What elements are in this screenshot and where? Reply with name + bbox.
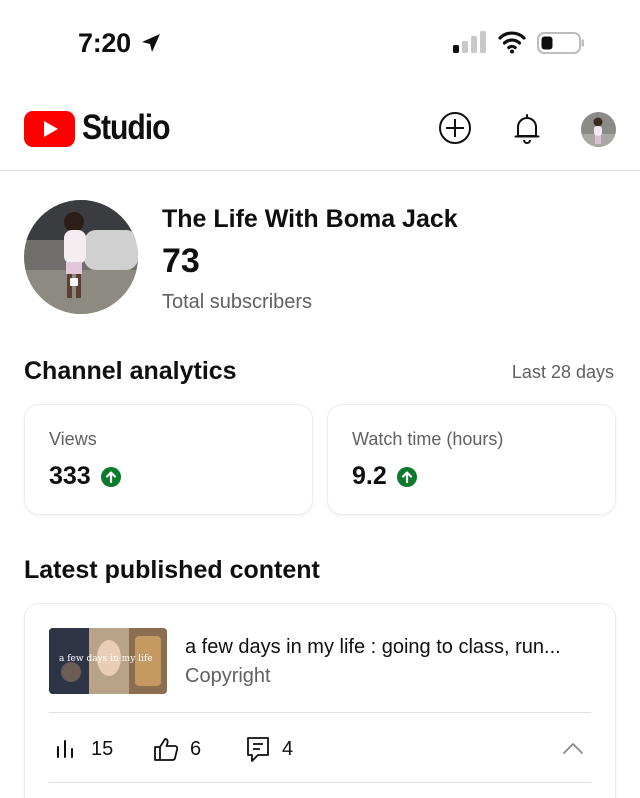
watch-time-value: 9.2 — [352, 462, 387, 490]
comment-icon — [247, 737, 269, 762]
analytics-period[interactable]: Last 28 days — [512, 362, 614, 383]
thumbnail-caption: a few days in my life — [59, 654, 153, 664]
app-header: Studio — [0, 96, 640, 171]
divider — [49, 712, 591, 713]
video-views-count: 15 — [91, 737, 114, 760]
video-comments-stat: 4 — [244, 735, 293, 763]
views-label: Views — [49, 429, 97, 449]
latest-video-card[interactable]: a few days in my life a few days in my l… — [25, 604, 615, 798]
video-thumbnail[interactable]: a few days in my life — [49, 628, 167, 694]
video-comments-count: 4 — [282, 737, 294, 760]
video-title[interactable]: a few days in my life : going to class, … — [185, 636, 595, 659]
trend-up-icon — [100, 466, 121, 487]
subscriber-label: Total subscribers — [162, 291, 313, 313]
video-views-stat: 15 — [53, 735, 113, 763]
video-status: Copyright — [185, 665, 271, 687]
video-likes-count: 6 — [190, 737, 202, 760]
wifi-icon — [498, 31, 526, 54]
subscriber-count: 73 — [162, 242, 200, 280]
watch-time-label: Watch time (hours) — [352, 429, 504, 449]
divider — [49, 782, 591, 783]
notifications-bell-icon[interactable] — [509, 110, 545, 146]
views-value: 333 — [49, 462, 91, 490]
youtube-logo-icon[interactable] — [24, 111, 75, 147]
studio-wordmark: Studio — [82, 108, 170, 147]
trend-up-icon — [396, 466, 417, 487]
cellular-signal-icon — [453, 31, 486, 53]
location-arrow-icon — [142, 34, 160, 52]
profile-avatar[interactable] — [581, 112, 616, 147]
video-likes-stat: 6 — [152, 735, 201, 763]
watch-time-value-row: 9.2 — [352, 462, 417, 491]
status-time: 7:20 — [78, 28, 131, 58]
create-plus-icon[interactable] — [437, 110, 473, 146]
watch-time-card[interactable]: Watch time (hours) 9.2 — [328, 405, 615, 514]
bar-chart-icon — [57, 740, 73, 758]
battery-icon — [537, 32, 584, 54]
views-card[interactable]: Views 333 — [25, 405, 312, 514]
latest-content-title: Latest published content — [24, 556, 320, 584]
status-bar: 7:20 — [0, 0, 640, 90]
chevron-up-icon[interactable] — [562, 740, 584, 756]
channel-avatar[interactable] — [24, 200, 138, 314]
views-value-row: 333 — [49, 462, 121, 491]
analytics-title: Channel analytics — [24, 357, 237, 385]
channel-name: The Life With Boma Jack — [162, 205, 458, 233]
thumbs-up-icon — [154, 738, 179, 761]
